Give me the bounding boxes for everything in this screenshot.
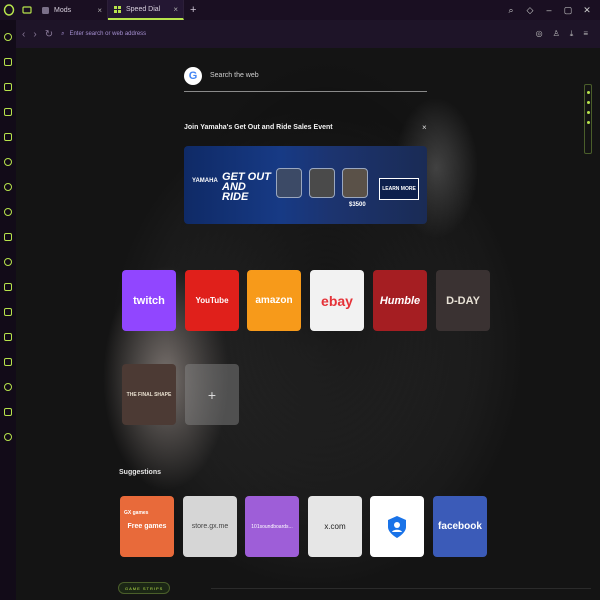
- menu-icon[interactable]: ≡: [583, 29, 588, 39]
- tab-bar: Mods × Speed Dial × + ⌕ ◇ – ▢ ✕: [0, 0, 600, 20]
- search-tabs-icon[interactable]: ⌕: [506, 5, 516, 16]
- speed-dial-tile-d-day[interactable]: D-DAY: [436, 270, 490, 331]
- settings-icon[interactable]: [0, 399, 16, 424]
- url-field[interactable]: ⌕ Enter search or web address: [61, 31, 528, 38]
- search-placeholder: Search the web: [210, 72, 259, 79]
- tab-island-icon[interactable]: [18, 0, 36, 20]
- tiktok-icon[interactable]: [0, 274, 16, 299]
- speed-dial-tile-humble[interactable]: Humble: [373, 270, 427, 331]
- google-logo-icon: G: [184, 66, 202, 85]
- discord-icon[interactable]: [0, 324, 16, 349]
- tab-speed-dial[interactable]: Speed Dial ×: [108, 0, 184, 20]
- game-strips-button[interactable]: GAME STRIPS: [118, 582, 171, 594]
- indicator-dot: [587, 101, 590, 104]
- tab-mods[interactable]: Mods ×: [36, 0, 108, 20]
- ai-icon[interactable]: [0, 124, 16, 149]
- tile-label: store.gx.me: [191, 523, 229, 530]
- tab-label: Speed Dial: [126, 5, 161, 13]
- speed-dial-tile-ebay[interactable]: ebay: [310, 270, 364, 331]
- search-icon: ⌕: [61, 30, 65, 37]
- sidebar: [0, 20, 16, 600]
- forward-arrow-icon[interactable]: ›: [33, 29, 36, 40]
- telegram-icon[interactable]: [0, 199, 16, 224]
- vehicle-image: [309, 168, 335, 198]
- tab-label: Mods: [54, 6, 72, 14]
- ad-banner[interactable]: YAMAHA GET OUT AND RIDE $3500 LEARN MORE: [184, 146, 427, 224]
- reload-icon[interactable]: ↻: [45, 29, 53, 40]
- tile-label: amazon: [255, 295, 293, 306]
- vehicle-image: [342, 168, 368, 198]
- search-box[interactable]: G Search the web: [184, 60, 427, 92]
- learn-more-button[interactable]: LEARN MORE: [379, 178, 419, 200]
- footer-divider: [211, 588, 591, 589]
- tile-label: Humble: [379, 294, 421, 307]
- scroll-indicator[interactable]: [584, 84, 592, 154]
- speed-dial-tile-the-final-shape[interactable]: THE FINAL SHAPE: [122, 364, 176, 425]
- back-arrow-icon[interactable]: ‹: [22, 29, 25, 40]
- suggestion-tile-free-games[interactable]: GX games Free games: [120, 496, 174, 557]
- minimize-icon[interactable]: –: [544, 5, 554, 15]
- ad-close-icon[interactable]: ×: [422, 123, 427, 132]
- indicator-dot: [587, 91, 590, 94]
- speed-dial-tile-twitch[interactable]: twitch: [122, 270, 176, 331]
- speed-dial-tile-amazon[interactable]: amazon: [247, 270, 301, 331]
- speed-dial-tile-youtube[interactable]: YouTube: [185, 270, 239, 331]
- add-speed-dial-button[interactable]: +: [185, 364, 239, 425]
- suggestions-heading: Suggestions: [119, 469, 162, 476]
- tile-label: YouTube: [195, 296, 229, 305]
- new-tab-button[interactable]: +: [184, 4, 202, 16]
- tile-label: x.com: [324, 522, 346, 531]
- close-window-icon[interactable]: ✕: [582, 5, 592, 16]
- tile-label: facebook: [438, 521, 482, 532]
- gx-corner-icon[interactable]: [0, 49, 16, 74]
- tile-label: 101soundboards...: [251, 523, 293, 530]
- browser-menu-button[interactable]: [0, 0, 18, 20]
- opera-logo-icon: [3, 4, 15, 16]
- history-icon[interactable]: [0, 349, 16, 374]
- tile-label: twitch: [133, 294, 165, 307]
- speed-dial-sidebar-icon[interactable]: [0, 24, 16, 49]
- suggestion-tile-store-gx[interactable]: store.gx.me: [183, 496, 237, 557]
- tile-label: ebay: [321, 292, 353, 309]
- gx-games-badge: GX games: [124, 510, 149, 516]
- ad-brand: YAMAHA: [192, 178, 218, 184]
- suggestion-tile-google-account[interactable]: [370, 496, 424, 557]
- ad-title: Join Yamaha's Get Out and Ride Sales Eve…: [184, 124, 333, 131]
- instagram-icon[interactable]: [0, 249, 16, 274]
- whatsapp-icon[interactable]: [0, 174, 16, 199]
- indicator-dot: [587, 111, 590, 114]
- download-icon[interactable]: ⤓: [570, 29, 574, 39]
- extensions-icon[interactable]: [0, 424, 16, 449]
- x-icon[interactable]: [0, 299, 16, 324]
- camera-icon[interactable]: ◎: [536, 29, 543, 39]
- address-bar: ‹ › ↻ ⌕ Enter search or web address ◎ ♙ …: [16, 20, 600, 48]
- ad-headline: GET OUT AND RIDE: [222, 171, 271, 203]
- vk-icon[interactable]: [0, 224, 16, 249]
- vehicle-image: [276, 168, 302, 198]
- speed-dial-icon: [114, 5, 121, 13]
- browser-window: Mods × Speed Dial × + ⌕ ◇ – ▢ ✕ ‹ › ↻ ⌕ …: [0, 0, 600, 600]
- url-placeholder: Enter search or web address: [69, 31, 147, 37]
- snapshot-icon[interactable]: ◇: [525, 5, 535, 16]
- mods-icon: [42, 6, 49, 14]
- suggestion-tile-x[interactable]: x.com: [308, 496, 362, 557]
- messenger-icon[interactable]: [0, 149, 16, 174]
- maximize-icon[interactable]: ▢: [563, 5, 573, 16]
- tile-label: Free games: [127, 523, 167, 530]
- tile-label: D-DAY: [446, 294, 480, 307]
- clock-icon[interactable]: [0, 374, 16, 399]
- close-tab-icon[interactable]: ×: [173, 5, 178, 14]
- tile-label: THE FINAL SHAPE: [126, 391, 172, 398]
- suggestion-tile-101soundboards[interactable]: 101soundboards...: [245, 496, 299, 557]
- right-panel: [584, 48, 600, 600]
- twitch-icon[interactable]: [0, 74, 16, 99]
- shield-user-icon: [388, 515, 406, 538]
- ad-offer: $3500: [349, 202, 366, 208]
- indicator-dot: [587, 121, 590, 124]
- profile-icon[interactable]: ♙: [553, 29, 560, 39]
- close-tab-icon[interactable]: ×: [97, 6, 102, 15]
- player-icon[interactable]: [0, 99, 16, 124]
- speed-dial-page: G Search the web Join Yamaha's Get Out a…: [16, 48, 600, 600]
- suggestion-tile-facebook[interactable]: facebook: [433, 496, 487, 557]
